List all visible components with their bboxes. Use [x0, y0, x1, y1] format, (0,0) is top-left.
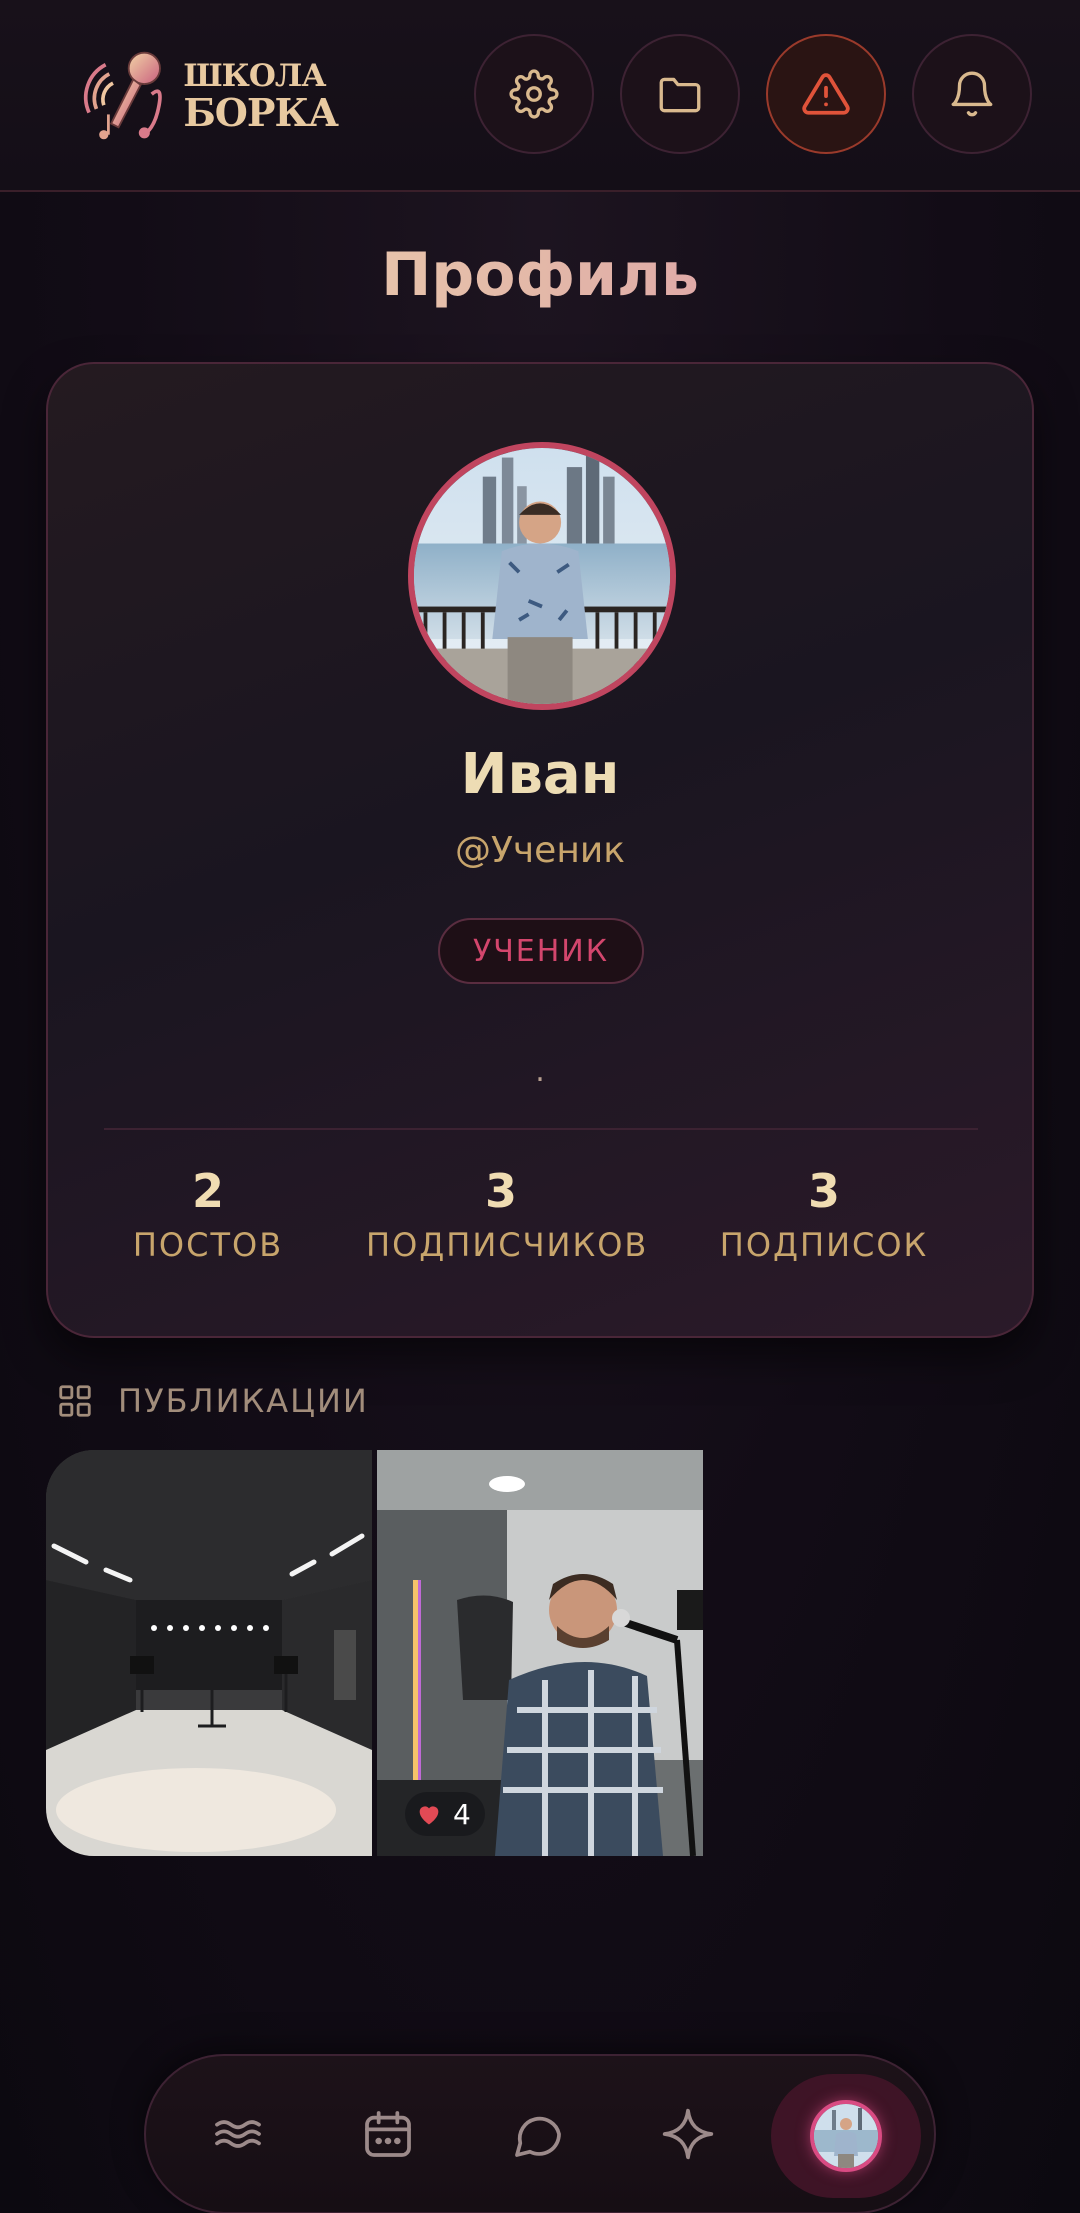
stat-followers[interactable]: 3 ПОДПИСЧИКОВ [366, 1164, 649, 1264]
grid-icon [59, 1385, 91, 1417]
nav-profile[interactable] [771, 2074, 921, 2198]
profile-bio: . [535, 1054, 545, 1089]
avatar-photo [414, 448, 670, 704]
chat-icon [515, 2116, 561, 2157]
post-likes-count: 4 [453, 1797, 471, 1831]
post-thumbnail[interactable] [46, 1450, 372, 1856]
profile-name: Иван [460, 742, 620, 807]
avatar-mini-photo [814, 2104, 878, 2168]
profile-card: Иван @Ученик УЧЕНИК . 2 ПОСТОВ 3 ПОДПИСЧ… [46, 362, 1034, 1338]
stat-posts-label: ПОСТОВ [132, 1226, 284, 1264]
logo-text: ШКОЛА БОРКА [183, 57, 339, 135]
folder-icon [659, 77, 701, 113]
post-likes[interactable]: 4 [405, 1792, 485, 1836]
microphone-logo-icon [83, 51, 162, 140]
publications-header: ПУБЛИКАЦИИ [56, 1378, 369, 1424]
logo-line-1: ШКОЛА [183, 57, 326, 94]
warning-icon [802, 73, 850, 115]
profile-username: @Ученик [454, 830, 626, 871]
stat-posts-value: 2 [191, 1164, 224, 1218]
studio-room-photo [46, 1450, 372, 1856]
bell-icon [951, 71, 993, 117]
logo-line-2: БОРКА [183, 89, 339, 135]
heart-icon [419, 1806, 439, 1825]
report-problem-button[interactable] [766, 34, 886, 154]
publications-header-label: ПУБЛИКАЦИИ [118, 1382, 369, 1420]
profile-avatar[interactable] [408, 442, 676, 710]
nav-discover[interactable] [648, 2094, 728, 2174]
stat-followers-label: ПОДПИСЧИКОВ [366, 1226, 649, 1264]
gear-icon [509, 69, 559, 119]
profile-avatar [810, 2100, 882, 2172]
waves-icon [215, 2120, 261, 2148]
role-badge: УЧЕНИК [438, 918, 644, 984]
stat-posts[interactable]: 2 ПОСТОВ [108, 1164, 308, 1264]
bottom-nav [144, 2054, 936, 2213]
top-header: ШКОЛА БОРКА [0, 0, 1080, 192]
nav-chat[interactable] [498, 2094, 578, 2174]
nav-feed[interactable] [198, 2094, 278, 2174]
calendar-icon [365, 2111, 411, 2157]
card-divider [104, 1128, 978, 1130]
sparkle-icon [662, 2108, 714, 2160]
app-root: ШКОЛА БОРКА Профиль Иван @Ученик УЧЕНИК … [0, 0, 1080, 2213]
notifications-button[interactable] [912, 34, 1032, 154]
files-button[interactable] [620, 34, 740, 154]
page-title: Профиль [0, 240, 1080, 310]
stat-followers-value: 3 [484, 1164, 517, 1218]
stat-following-label: ПОДПИСОК [719, 1226, 929, 1264]
nav-calendar[interactable] [348, 2094, 428, 2174]
app-logo[interactable]: ШКОЛА БОРКА [78, 44, 339, 148]
stat-following[interactable]: 3 ПОДПИСОК [714, 1164, 934, 1264]
stat-following-value: 3 [807, 1164, 840, 1218]
settings-button[interactable] [474, 34, 594, 154]
post-thumbnail[interactable]: 4 [377, 1450, 703, 1856]
